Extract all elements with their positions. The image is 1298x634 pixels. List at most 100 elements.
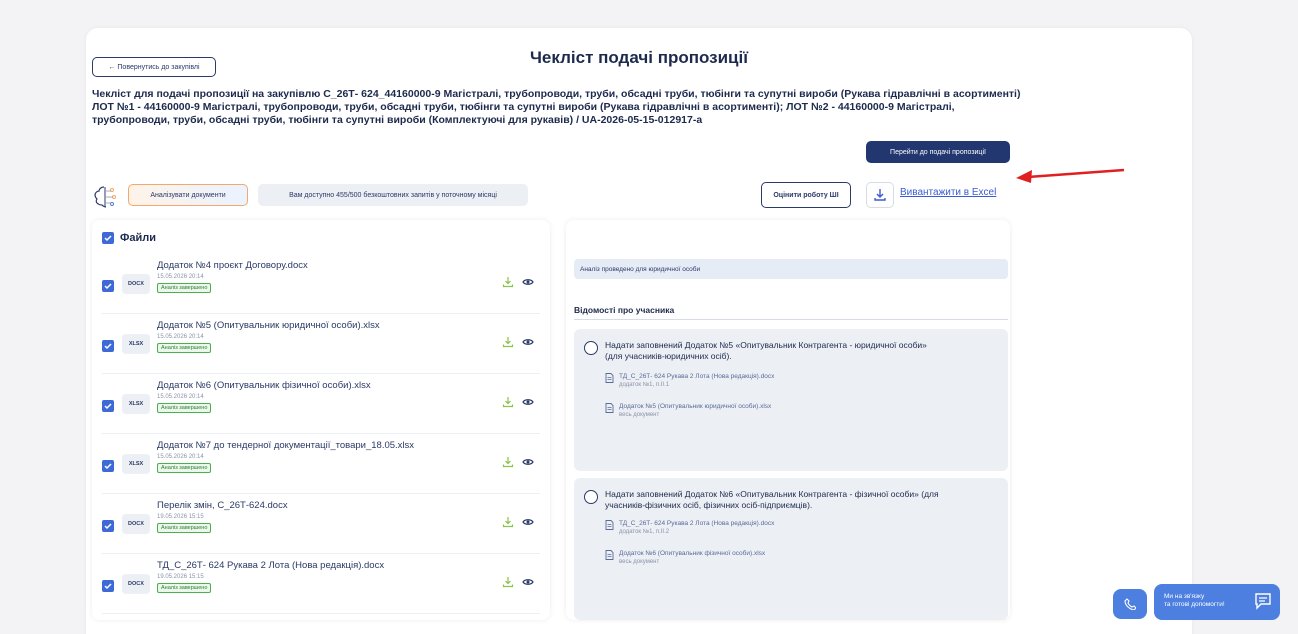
check-icon xyxy=(104,343,112,350)
go-to-submit-button[interactable]: Перейти до подачі пропозиції xyxy=(866,141,1010,163)
status-badge: Аналіз завершено xyxy=(157,403,212,413)
quota-note: Вам доступно 455/500 безкоштовних запиті… xyxy=(258,184,528,206)
file-type-badge: DOCX xyxy=(122,514,150,534)
file-checkbox[interactable] xyxy=(102,580,114,592)
analysis-panel: Аналіз проведено для юридичної особи Від… xyxy=(566,220,1010,620)
download-icon[interactable] xyxy=(502,456,514,468)
file-name[interactable]: Перелік змін, С_26Т-624.docx xyxy=(157,500,288,511)
status-badge: Аналіз завершено xyxy=(157,463,212,473)
file-date: 15.05.2026 20:14 xyxy=(157,274,204,280)
requirement-card: Надати заповнений Додаток №5 «Опитувальн… xyxy=(574,329,1008,471)
reference-location: весь документ xyxy=(619,559,660,565)
file-row: DOCX ТД_С_26Т- 624 Рукава 2 Лота (Нова р… xyxy=(102,554,540,614)
requirement-text: Надати заповнений Додаток №6 «Опитувальн… xyxy=(605,489,939,510)
requirement-reference[interactable]: ТД_С_26Т- 624 Рукава 2 Лота (Нова редакц… xyxy=(605,373,774,388)
file-date: 15.05.2026 20:14 xyxy=(157,454,204,460)
download-icon[interactable] xyxy=(502,336,514,348)
eye-icon[interactable] xyxy=(522,578,534,586)
analysis-note: Аналіз проведено для юридичної особи xyxy=(574,259,1008,279)
document-icon xyxy=(605,520,614,530)
file-checkbox[interactable] xyxy=(102,460,114,472)
support-chat-button[interactable]: Ми на зв'язку та готові допомогти! xyxy=(1154,584,1280,620)
status-badge: Аналіз завершено xyxy=(157,583,212,593)
eye-icon[interactable] xyxy=(522,278,534,286)
file-row: DOCX Перелік змін, С_26Т-624.docx 19.05.… xyxy=(102,494,540,554)
status-badge: Аналіз завершено xyxy=(157,283,212,293)
check-icon xyxy=(104,283,112,290)
page-title: Чекліст подачі пропозиції xyxy=(529,48,749,67)
call-button[interactable] xyxy=(1113,589,1147,619)
ai-brain-icon xyxy=(94,186,116,208)
check-icon xyxy=(104,235,112,242)
reference-document: ТД_С_26Т- 624 Рукава 2 Лота (Нова редакц… xyxy=(619,373,775,380)
eye-icon[interactable] xyxy=(522,338,534,346)
file-checkbox[interactable] xyxy=(102,520,114,532)
file-date: 15.05.2026 20:14 xyxy=(157,334,204,340)
checklist-heading: Чекліст для подачі пропозиції на закупів… xyxy=(92,88,1021,126)
file-date: 19.05.2026 15:15 xyxy=(157,514,204,520)
file-type-badge: XLSX xyxy=(122,454,150,474)
requirement-checkbox[interactable] xyxy=(584,341,598,355)
file-type-badge: XLSX xyxy=(122,394,150,414)
reference-document: Додаток №5 (Опитувальник юридичної особи… xyxy=(619,403,772,410)
requirement-text: Надати заповнений Додаток №5 «Опитувальн… xyxy=(605,340,927,361)
file-date: 19.05.2026 15:15 xyxy=(157,574,204,580)
file-name[interactable]: Додаток №6 (Опитувальник фізичної особи)… xyxy=(157,380,371,391)
files-panel: Файли DOCX Додаток №4 проєкт Договору.do… xyxy=(92,220,550,620)
file-checkbox[interactable] xyxy=(102,280,114,292)
check-icon xyxy=(104,523,112,530)
download-icon[interactable] xyxy=(502,396,514,408)
red-arrow-icon xyxy=(1016,168,1125,183)
file-row: DOCX Додаток №4 проєкт Договору.docx 15.… xyxy=(102,254,540,314)
download-icon[interactable] xyxy=(502,276,514,288)
requirement-reference[interactable]: ТД_С_26Т- 624 Рукава 2 Лота (Нова редакц… xyxy=(605,520,774,535)
back-to-procurement-button[interactable]: ← Повернутись до закупівлі xyxy=(92,57,216,77)
status-badge: Аналіз завершено xyxy=(157,523,212,533)
download-icon[interactable] xyxy=(502,576,514,588)
download-icon xyxy=(874,189,886,201)
export-download-button[interactable] xyxy=(866,182,894,208)
file-date: 15.05.2026 20:14 xyxy=(157,394,204,400)
files-header: Файли xyxy=(102,232,156,244)
section-title: Відомості про учасника xyxy=(574,305,675,315)
document-icon xyxy=(605,550,614,560)
requirement-reference[interactable]: Додаток №5 (Опитувальник юридичної особи… xyxy=(605,403,771,418)
file-row: XLSX Додаток №6 (Опитувальник фізичної о… xyxy=(102,374,540,434)
file-row: XLSX Додаток №5 (Опитувальник юридичної … xyxy=(102,314,540,374)
requirement-reference[interactable]: Додаток №6 (Опитувальник фізичної особи)… xyxy=(605,550,765,565)
reference-location: додаток №1, п.II.2 xyxy=(619,529,670,535)
reference-document: Додаток №6 (Опитувальник фізичної особи)… xyxy=(619,550,766,557)
file-name[interactable]: Додаток №4 проєкт Договору.docx xyxy=(157,260,308,271)
file-checkbox[interactable] xyxy=(102,400,114,412)
section-divider xyxy=(574,319,1008,320)
file-type-badge: DOCX xyxy=(122,274,150,294)
eye-icon[interactable] xyxy=(522,458,534,466)
document-icon xyxy=(605,403,614,413)
requirement-card: Надати заповнений Додаток №6 «Опитувальн… xyxy=(574,478,1008,620)
check-icon xyxy=(104,583,112,590)
chat-icon xyxy=(1255,593,1271,610)
check-icon xyxy=(104,463,112,470)
reference-location: додаток №1, п.II.1 xyxy=(619,382,670,388)
file-checkbox[interactable] xyxy=(102,340,114,352)
file-name[interactable]: ТД_С_26Т- 624 Рукава 2 Лота (Нова редакц… xyxy=(157,560,384,571)
download-icon[interactable] xyxy=(502,516,514,528)
status-badge: Аналіз завершено xyxy=(157,343,212,353)
eye-icon[interactable] xyxy=(522,518,534,526)
export-excel-link[interactable]: Вивантажити в Excel xyxy=(900,187,996,198)
reference-document: ТД_С_26Т- 624 Рукава 2 Лота (Нова редакц… xyxy=(619,520,775,527)
file-type-badge: XLSX xyxy=(122,334,150,354)
files-header-label: Файли xyxy=(120,232,157,244)
reference-location: весь документ xyxy=(619,412,660,418)
requirement-checkbox[interactable] xyxy=(584,490,598,504)
file-name[interactable]: Додаток №5 (Опитувальник юридичної особи… xyxy=(157,320,380,331)
file-name[interactable]: Додаток №7 до тендерної документації_тов… xyxy=(157,440,414,451)
rate-ai-button[interactable]: Оцінити роботу ШІ xyxy=(761,182,851,208)
file-row: XLSX Додаток №7 до тендерної документаці… xyxy=(102,434,540,494)
select-all-checkbox[interactable] xyxy=(102,232,114,244)
eye-icon[interactable] xyxy=(522,398,534,406)
document-icon xyxy=(605,373,614,383)
analyze-documents-button[interactable]: Аналізувати документи xyxy=(128,184,248,206)
check-icon xyxy=(104,403,112,410)
file-type-badge: DOCX xyxy=(122,574,150,594)
